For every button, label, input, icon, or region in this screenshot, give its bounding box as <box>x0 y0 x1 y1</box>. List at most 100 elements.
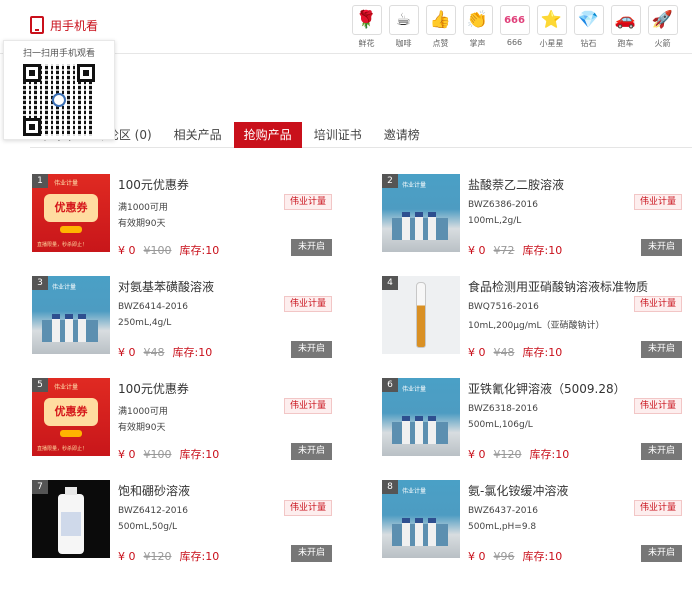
image-brand-text: 伟业计量 <box>402 182 427 189</box>
product-name[interactable]: 食品检测用亚硝酸钠溶液标准物质 <box>468 278 648 295</box>
tab-3[interactable]: 抢购产品 <box>233 122 302 148</box>
image-brand-text: 伟业计量 <box>402 386 427 393</box>
price-row: ¥ 0 ¥120 库存:10 <box>118 548 219 564</box>
original-price: ¥120 <box>143 550 172 563</box>
product-spec-line-1: BWZ6318-2016 <box>468 404 538 414</box>
qr-code-image <box>23 64 95 136</box>
tab-2[interactable]: 相关产品 <box>164 122 232 148</box>
gift-item[interactable]: ⭐ 小星星 <box>534 5 569 49</box>
coupon-brand-text: 伟业计量 <box>54 180 79 187</box>
product-spec-line-1: BWZ6414-2016 <box>118 302 188 312</box>
product-image[interactable]: 5 伟业计量 优惠券 直播限量，秒杀即止！ <box>32 378 110 456</box>
gift-item[interactable]: 🚀 火箭 <box>645 5 680 49</box>
view-on-mobile-link[interactable]: 用手机看 <box>30 16 98 34</box>
product-card[interactable]: 6 伟业计量 亚铁氰化钾溶液（5009.28） BWZ6318-2016 500mL,1… <box>382 376 682 461</box>
product-image[interactable]: 8 伟业计量 <box>382 480 460 558</box>
product-number: 6 <box>382 378 398 392</box>
gift-item[interactable]: 👏 掌声 <box>460 5 495 49</box>
price-row: ¥ 0 ¥72 库存:10 <box>468 242 562 258</box>
product-name[interactable]: 盐酸萘乙二胺溶液 <box>468 176 564 193</box>
reagent-bottle-icon <box>65 314 73 342</box>
gift-item[interactable]: 👍 点赞 <box>423 5 458 49</box>
not-started-button[interactable]: 未开启 <box>291 341 332 358</box>
product-spec-line-1: 满1000可用 <box>118 407 168 417</box>
product-card[interactable]: 2 伟业计量 盐酸萘乙二胺溶液 BWZ6386-2016 100mL,2g/L 伟业计量 ¥… <box>382 172 682 257</box>
product-name[interactable]: 100元优惠券 <box>118 176 189 193</box>
rocket-icon: 🚀 <box>647 5 678 35</box>
gift-bar: 🌹 鲜花 ☕ 咖啡 👍 点赞 👏 掌声 666 666 ⭐ 小星星 💎 钻石 🚗 跑车 🚀 火箭 <box>347 5 680 49</box>
brand-badge: 伟业计量 <box>284 296 332 312</box>
price-row: ¥ 0 ¥48 库存:10 <box>468 344 562 360</box>
product-name[interactable]: 100元优惠券 <box>118 380 189 397</box>
sale-price: ¥ 0 <box>118 550 136 563</box>
product-number: 3 <box>32 276 48 290</box>
tab-5[interactable]: 邀请榜 <box>374 122 430 148</box>
666-icon: 666 <box>499 5 530 35</box>
not-started-button[interactable]: 未开启 <box>641 545 682 562</box>
product-image[interactable]: 1 伟业计量 优惠券 直播限量，秒杀即止！ <box>32 174 110 252</box>
not-started-button[interactable]: 未开启 <box>641 341 682 358</box>
price-row: ¥ 0 ¥120 库存:10 <box>468 446 569 462</box>
stock-count: 库存:10 <box>179 244 220 257</box>
clap-icon: 👏 <box>462 5 493 35</box>
stock-count: 库存:10 <box>522 244 563 257</box>
qr-code-popup: 扫一扫用手机观看 <box>3 40 115 140</box>
gift-label: 点赞 <box>432 39 449 48</box>
tab-4[interactable]: 培训证书 <box>304 122 372 148</box>
brand-badge: 伟业计量 <box>634 398 682 414</box>
gift-item[interactable]: 🚗 跑车 <box>608 5 643 49</box>
not-started-button[interactable]: 未开启 <box>641 239 682 256</box>
not-started-button[interactable]: 未开启 <box>291 239 332 256</box>
sale-price: ¥ 0 <box>118 448 136 461</box>
product-image[interactable]: 7 <box>32 480 110 558</box>
product-image[interactable]: 3 伟业计量 <box>32 276 110 354</box>
stock-count: 库存:10 <box>179 448 220 461</box>
product-number: 7 <box>32 480 48 494</box>
coupon-title-text: 优惠券 <box>44 194 98 222</box>
sale-price: ¥ 0 <box>468 550 486 563</box>
gift-item[interactable]: ☕ 咖啡 <box>386 5 421 49</box>
product-card[interactable]: 7 饱和硼砂溶液 BWZ6412-2016 500mL,50g/L 伟业计量 ¥ 0 ¥12… <box>32 478 332 563</box>
gift-label: 跑车 <box>617 39 634 48</box>
gift-label: 咖啡 <box>395 39 412 48</box>
product-image[interactable]: 4 <box>382 276 460 354</box>
product-card[interactable]: 8 伟业计量 氨-氯化铵缓冲溶液 BWZ6437-2016 500mL,pH=9.8 伟业… <box>382 478 682 563</box>
gift-item[interactable]: 666 666 <box>497 5 532 49</box>
price-row: ¥ 0 ¥100 库存:10 <box>118 446 219 462</box>
coupon-brand-text: 伟业计量 <box>54 384 79 391</box>
not-started-button[interactable]: 未开启 <box>291 443 332 460</box>
gift-item[interactable]: 💎 钻石 <box>571 5 606 49</box>
product-image[interactable]: 2 伟业计量 <box>382 174 460 252</box>
sale-price: ¥ 0 <box>468 244 486 257</box>
gift-label: 666 <box>506 38 523 47</box>
brand-badge: 伟业计量 <box>284 500 332 516</box>
ampoule-icon <box>416 282 426 348</box>
original-price: ¥100 <box>143 244 172 257</box>
original-price: ¥96 <box>493 550 515 563</box>
sports-car-icon: 🚗 <box>610 5 641 35</box>
product-name[interactable]: 亚铁氰化钾溶液（5009.28） <box>468 380 626 397</box>
product-card[interactable]: 4 食品检测用亚硝酸钠溶液标准物质 BWQ7516-2016 10mL,200μg/m… <box>382 274 682 359</box>
view-on-mobile-label: 用手机看 <box>50 18 99 33</box>
not-started-button[interactable]: 未开启 <box>641 443 682 460</box>
gift-item[interactable]: 🌹 鲜花 <box>349 5 384 49</box>
product-card[interactable]: 3 伟业计量 对氨基苯磺酸溶液 BWZ6414-2016 250mL,4g/L 伟业计量 ¥… <box>32 274 332 359</box>
product-spec-line-2: 250mL,4g/L <box>118 318 172 328</box>
product-card[interactable]: 1 伟业计量 优惠券 直播限量，秒杀即止！ 100元优惠券 满1000可用 有效期90天 伟业… <box>32 172 332 257</box>
price-row: ¥ 0 ¥48 库存:10 <box>118 344 212 360</box>
product-name[interactable]: 饱和硼砂溶液 <box>118 482 190 499</box>
brand-badge: 伟业计量 <box>284 194 332 210</box>
product-number: 8 <box>382 480 398 494</box>
product-name[interactable]: 对氨基苯磺酸溶液 <box>118 278 214 295</box>
product-image[interactable]: 6 伟业计量 <box>382 378 460 456</box>
qr-logo-icon <box>52 93 66 107</box>
product-card[interactable]: 5 伟业计量 优惠券 直播限量，秒杀即止！ 100元优惠券 满1000可用 有效期90天 伟业… <box>32 376 332 461</box>
reagent-bottle-icon <box>415 212 423 240</box>
gift-label: 鲜花 <box>358 39 375 48</box>
product-name[interactable]: 氨-氯化铵缓冲溶液 <box>468 482 568 499</box>
not-started-button[interactable]: 未开启 <box>291 545 332 562</box>
price-row: ¥ 0 ¥100 库存:10 <box>118 242 219 258</box>
stock-count: 库存:10 <box>522 550 563 563</box>
gift-label: 钻石 <box>580 39 597 48</box>
product-spec-line-1: 满1000可用 <box>118 203 168 213</box>
